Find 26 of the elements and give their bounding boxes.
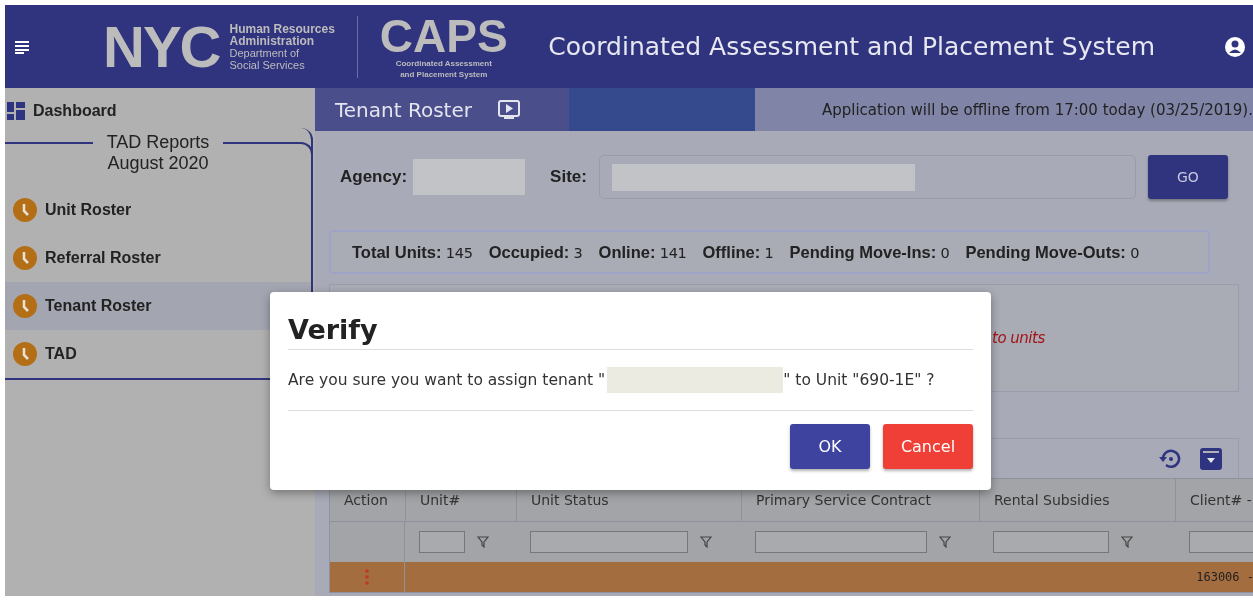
logo-subtitle: and Placement System <box>400 68 488 80</box>
dialog-message: Are you sure you want to assign tenant " <box>288 371 606 389</box>
group-title: TAD Reports <box>106 132 210 153</box>
page-title: Tenant Roster <box>335 97 472 122</box>
dialog-message: " to Unit "690-1E" ? <box>783 371 935 389</box>
stat-text: Offline: 1 <box>702 242 774 262</box>
nyc-logo: NYC <box>103 17 220 76</box>
logo-text: Department of <box>229 46 301 59</box>
site-label: Site: <box>550 167 587 187</box>
caps-logo: CAPS <box>379 13 508 58</box>
offline-notice: Application will be offline from 17:00 today (03/25/2019). <box>755 88 1253 131</box>
logo-subtitle: Coordinated Assessment <box>395 57 492 69</box>
stat-text: Total Units: 145 <box>352 242 473 262</box>
agency-label: Agency: <box>340 167 408 187</box>
stat-text: Occupied: 3 <box>488 242 583 262</box>
message-text: to units <box>992 329 1045 347</box>
stat-text: Pending Move-Outs: 0 <box>965 242 1140 262</box>
table-cell-text: 163006 - <box>1195 569 1253 586</box>
group-title: August 2020 <box>107 153 209 174</box>
logo-text: Administration <box>229 34 316 47</box>
logo-text: Human Resources <box>229 22 335 35</box>
stat-text: Online: 141 <box>598 242 687 262</box>
stat-text: Pending Move-Ins: 0 <box>789 242 950 262</box>
dialog-title: Verify <box>288 292 973 350</box>
logo-text: Social Services <box>229 58 306 71</box>
app-title: Coordinated Assessment and Placement System <box>547 32 1156 61</box>
